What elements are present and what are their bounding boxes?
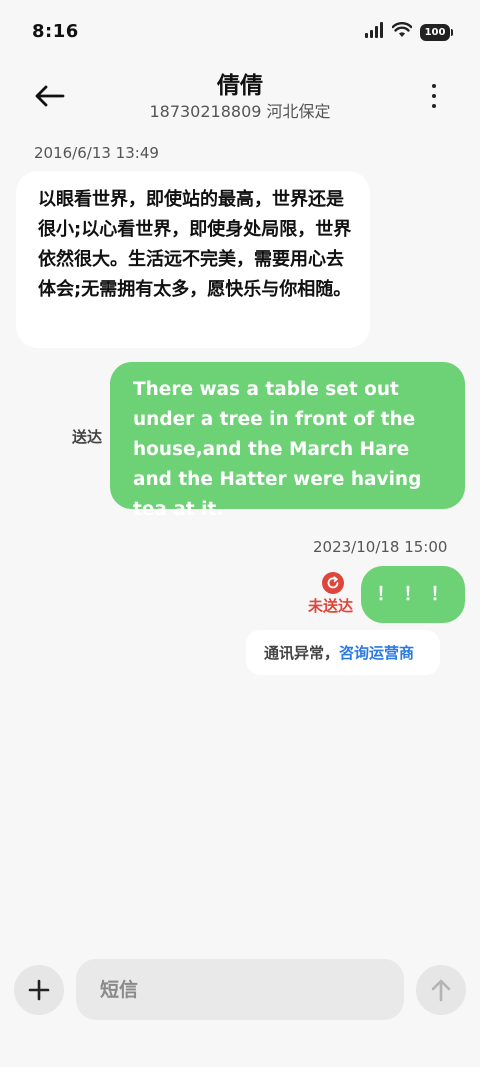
contact-number-location: 18730218809 河北保定: [149, 102, 331, 121]
outgoing-message-bubble[interactable]: ！！！: [361, 566, 465, 623]
conversation-header: 倩倩 18730218809 河北保定: [0, 64, 480, 130]
sms-conversation-screen: 8:16 100 倩倩 18730218809 河北保定 2016/6/13 1…: [0, 0, 480, 1067]
status-icons: 100: [364, 22, 453, 42]
message-timestamp: 2023/10/18 15:00: [313, 538, 448, 556]
send-arrow-icon: [431, 979, 451, 1002]
status-time: 8:16: [32, 21, 79, 42]
notice-text: 通讯异常，: [264, 644, 340, 662]
status-bar: 8:16 100: [0, 0, 480, 64]
more-options-button[interactable]: [422, 78, 446, 114]
add-attachment-button[interactable]: [14, 965, 64, 1015]
resend-button[interactable]: 未送达: [308, 572, 360, 618]
contact-name: 倩倩: [217, 73, 263, 99]
failed-status: 未送达: [308, 597, 354, 615]
network-error-notice: 通讯异常， 咨询运营商: [246, 630, 440, 675]
compose-bar: [0, 940, 480, 1067]
message-timestamp: 2016/6/13 13:49: [34, 144, 159, 162]
delivered-status: 送达: [72, 428, 103, 446]
outgoing-message-bubble[interactable]: There was a table set out under a tree i…: [110, 362, 465, 520]
battery-icon: 100: [420, 23, 453, 41]
signal-icon: [364, 22, 384, 42]
send-button[interactable]: [416, 965, 466, 1015]
message-input[interactable]: [76, 959, 404, 1020]
more-vertical-icon: [432, 84, 436, 88]
retry-icon: [322, 572, 344, 594]
incoming-message-bubble[interactable]: 以眼看世界，即使站的最高，世界还是很小;以心看世界，即使身处局限，世界依然很大。…: [16, 171, 370, 348]
contact-carrier-link[interactable]: 咨询运营商: [339, 642, 414, 663]
plus-icon: [28, 979, 50, 1001]
wifi-icon: [391, 22, 413, 42]
